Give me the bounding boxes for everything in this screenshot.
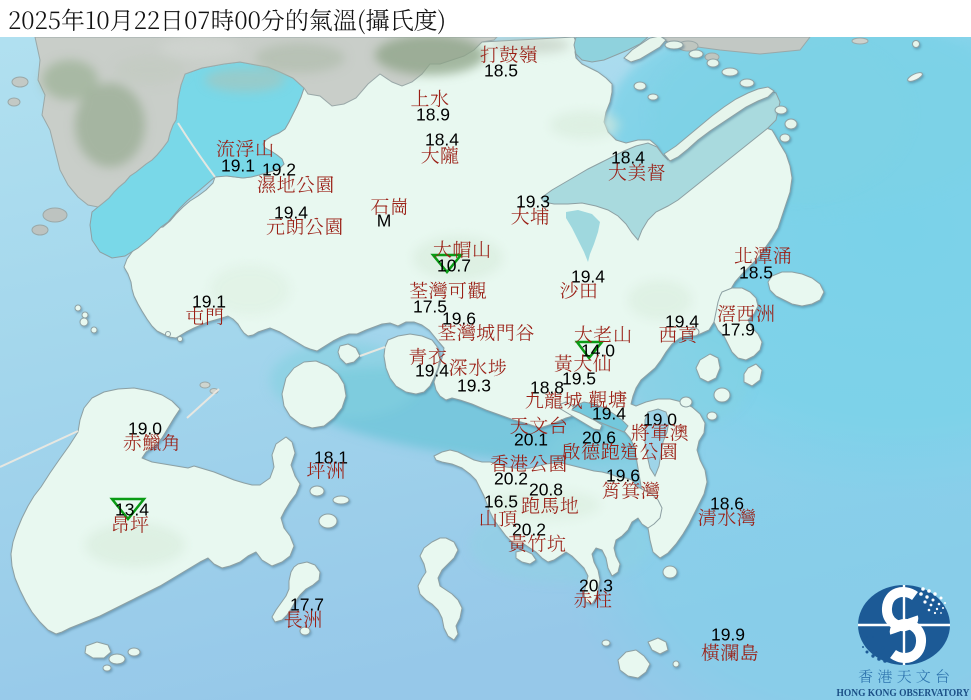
svg-text:香港天文台: 香港天文台 [858, 666, 950, 687]
svg-text:HONG KONG OBSERVATORY: HONG KONG OBSERVATORY [837, 687, 970, 699]
